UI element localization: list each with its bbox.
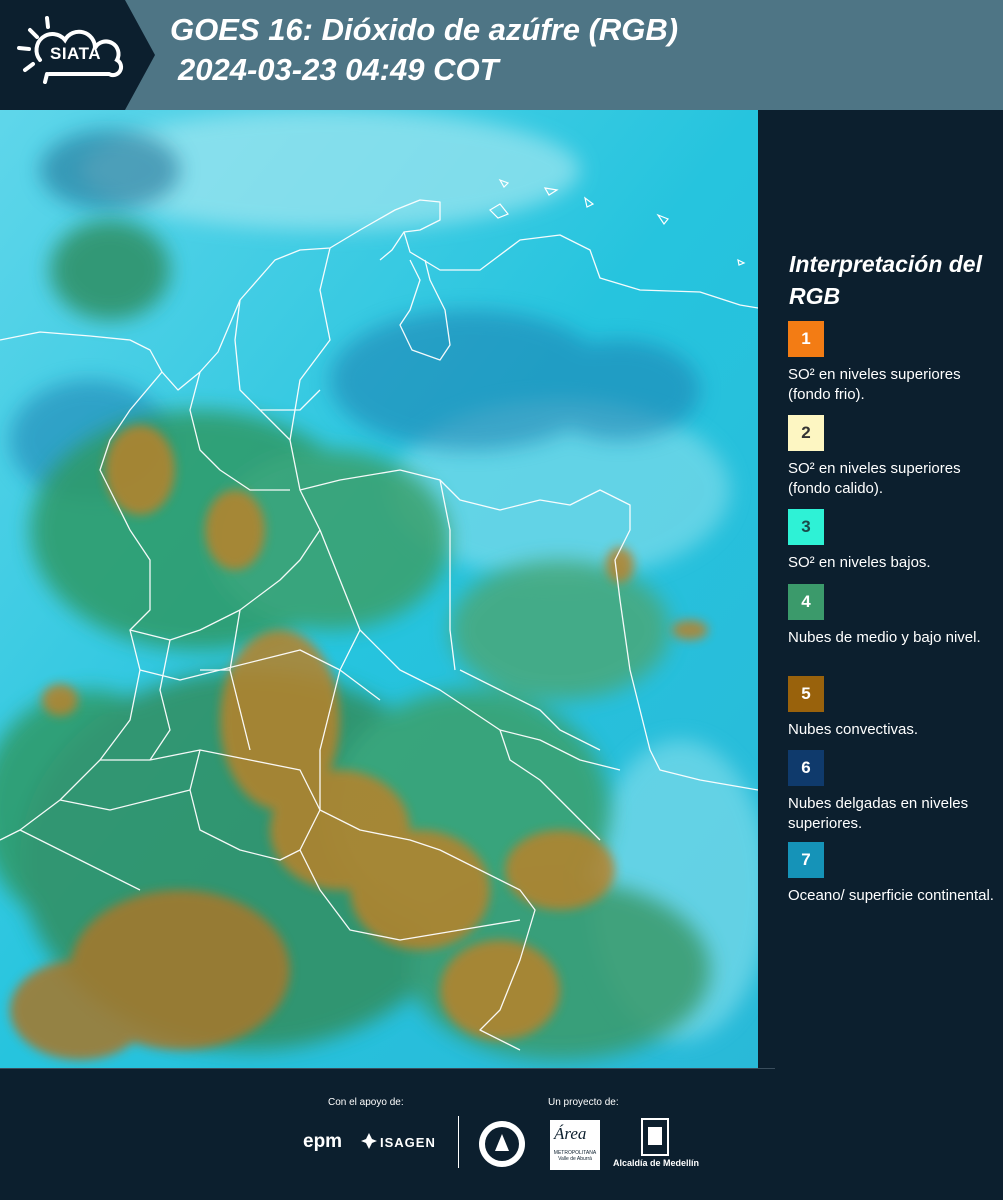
- legend-item-3: 3 SO² en niveles bajos.: [788, 509, 998, 573]
- alcaldia-label: Alcaldía de Medellín: [613, 1158, 700, 1168]
- page-timestamp: 2024-03-23 04:49 COT: [178, 52, 499, 87]
- siata-logo: SIATA: [0, 0, 155, 110]
- legend-swatch: 2: [788, 415, 824, 451]
- satellite-map: [0, 110, 758, 1068]
- alcaldia-shield-icon: [641, 1118, 669, 1156]
- header: SIATA GOES 16: Dióxido de azúfre (RGB) 2…: [0, 0, 1003, 110]
- logo-divider: [458, 1116, 459, 1168]
- legend-item-label: Nubes de medio y bajo nivel.: [788, 629, 981, 646]
- legend-item-label: Oceano/ superficie continental.: [788, 887, 994, 904]
- area-metropolitana-logo: Área METROPOLITANA Valle de Aburrá: [550, 1120, 600, 1170]
- isagen-logo: ISAGEN: [380, 1135, 436, 1150]
- page-title: GOES 16: Dióxido de azúfre (RGB): [170, 12, 679, 47]
- footer-divider: [0, 1068, 775, 1069]
- siata-logo-text: SIATA: [50, 44, 101, 63]
- satellite-image: [0, 110, 758, 1068]
- legend-item-5: 5 Nubes convectivas.: [788, 676, 998, 740]
- footer: Con el apoyo de: Un proyecto de: epm ISA…: [0, 1068, 1003, 1200]
- medellin-seal-icon: [479, 1121, 525, 1167]
- epm-logo: epm: [303, 1131, 343, 1152]
- legend-swatch: 7: [788, 842, 824, 878]
- isagen-logo-icon: [361, 1133, 377, 1149]
- project-label: Un proyecto de:: [548, 1097, 619, 1108]
- legend-item-label: Nubes delgadas en niveles superiores.: [788, 795, 969, 832]
- legend-item-label: SO² en niveles superiores (fondo calido)…: [788, 460, 961, 497]
- legend-swatch: 1: [788, 321, 824, 357]
- page: SIATA GOES 16: Dióxido de azúfre (RGB) 2…: [0, 0, 1003, 1200]
- legend-swatch: 4: [788, 584, 824, 620]
- legend-title: Interpretación del RGB: [789, 251, 982, 309]
- legend-item-4: 4 Nubes de medio y bajo nivel.: [788, 584, 998, 648]
- legend-item-1: 1 SO² en niveles superiores (fondo frio)…: [788, 321, 998, 405]
- legend-swatch: 6: [788, 750, 824, 786]
- area-logo-subtitle: METROPOLITANA Valle de Aburrá: [553, 1150, 597, 1162]
- legend-item-label: Nubes convectivas.: [788, 721, 919, 738]
- legend-panel: Interpretación del RGB 1 SO² en niveles …: [758, 110, 1003, 1068]
- area-logo-title: Área: [554, 1124, 587, 1143]
- support-label: Con el apoyo de:: [328, 1097, 404, 1108]
- legend-item-2: 2 SO² en niveles superiores (fondo calid…: [788, 415, 998, 499]
- legend-swatch: 3: [788, 509, 824, 545]
- legend-item-label: SO² en niveles superiores (fondo frio).: [788, 366, 961, 403]
- legend-item-label: SO² en niveles bajos.: [788, 554, 931, 571]
- legend-swatch: 5: [788, 676, 824, 712]
- legend-item-6: 6 Nubes delgadas en niveles superiores.: [788, 750, 998, 834]
- legend-item-7: 7 Oceano/ superficie continental.: [788, 842, 998, 906]
